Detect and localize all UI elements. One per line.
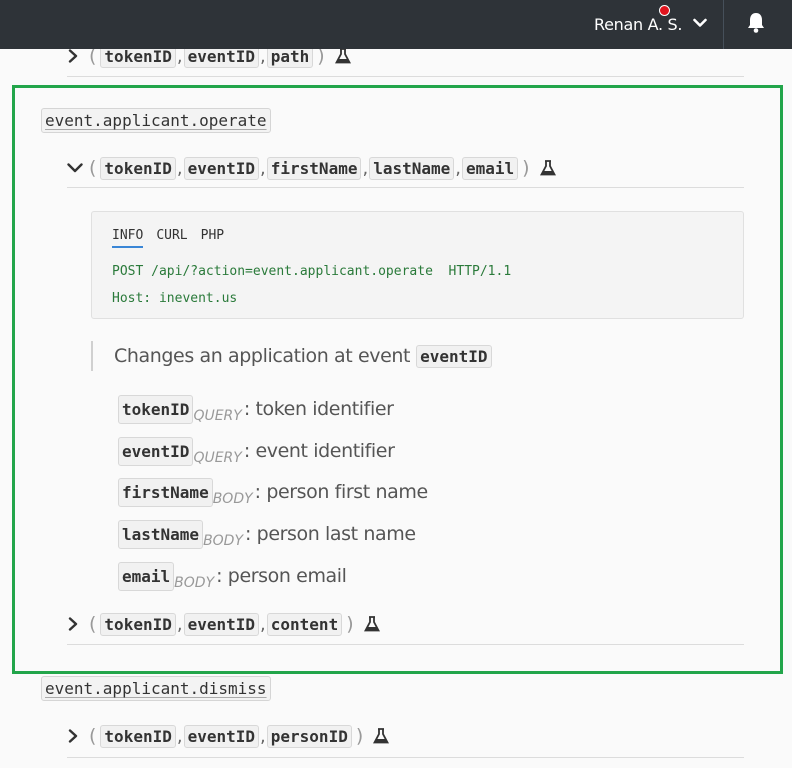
param-type: QUERY bbox=[193, 450, 242, 466]
request-line: POST /api/?action=event.applicant.operat… bbox=[112, 264, 512, 279]
param-name: tokenID bbox=[118, 394, 194, 424]
chevron-right-icon[interactable] bbox=[67, 617, 87, 631]
method-dismiss-link[interactable]: event.applicant.dismiss bbox=[41, 676, 271, 701]
tab-curl[interactable]: CURL bbox=[156, 228, 187, 248]
param-person-id: personID bbox=[266, 724, 352, 748]
flask-icon[interactable] bbox=[373, 728, 390, 744]
param-content: content bbox=[266, 612, 343, 636]
param-type: BODY bbox=[174, 575, 215, 591]
param-desc: : token identifier bbox=[243, 398, 394, 420]
param-desc: : person email bbox=[216, 565, 347, 587]
param-token-id: tokenID bbox=[100, 612, 176, 636]
description-param: eventID bbox=[416, 344, 492, 368]
param-name: firstName bbox=[118, 477, 213, 507]
param-row: email BODY : person email bbox=[118, 560, 347, 592]
chevron-down-icon bbox=[693, 13, 707, 32]
code-example-box: INFO CURL PHP POST /api/?action=event.ap… bbox=[91, 211, 744, 319]
param-event-id: eventID bbox=[183, 612, 260, 636]
param-token-id: tokenID bbox=[100, 724, 176, 748]
param-desc: : person first name bbox=[254, 481, 428, 503]
param-row: firstName BODY : person first name bbox=[118, 476, 428, 508]
param-type: BODY bbox=[212, 491, 253, 507]
topbar-divider bbox=[723, 0, 724, 49]
param-type: QUERY bbox=[193, 408, 242, 424]
flask-icon[interactable] bbox=[363, 616, 380, 632]
param-name: lastName bbox=[118, 519, 204, 549]
top-bar: Renan A. S. bbox=[0, 0, 792, 49]
method-operate-link[interactable]: event.applicant.operate bbox=[41, 108, 271, 133]
param-type: BODY bbox=[203, 533, 244, 549]
signature-row-dismiss: ( tokenID, eventID, personID ) bbox=[67, 721, 390, 751]
notification-dot bbox=[659, 5, 670, 16]
separator bbox=[67, 644, 744, 645]
method-description: Changes an application at event eventID bbox=[91, 341, 492, 371]
param-row: tokenID QUERY : token identifier bbox=[118, 393, 394, 425]
param-row: lastName BODY : person last name bbox=[118, 518, 416, 550]
separator bbox=[67, 187, 744, 188]
chevron-down-icon[interactable] bbox=[67, 162, 87, 174]
param-first-name: firstName bbox=[266, 156, 362, 180]
description-text: Changes an application at event bbox=[114, 345, 411, 367]
param-last-name: lastName bbox=[369, 156, 455, 180]
param-event-id: eventID bbox=[183, 724, 260, 748]
param-desc: : person last name bbox=[245, 523, 416, 545]
param-token-id: tokenID bbox=[100, 156, 176, 180]
param-desc: : event identifier bbox=[243, 440, 395, 462]
param-name: email bbox=[118, 561, 175, 591]
tab-php[interactable]: PHP bbox=[201, 228, 224, 248]
user-menu[interactable]: Renan A. S. bbox=[594, 5, 707, 34]
bell-icon[interactable] bbox=[746, 11, 766, 40]
flask-icon[interactable] bbox=[334, 48, 351, 64]
code-tabs: INFO CURL PHP bbox=[112, 228, 224, 248]
param-row: eventID QUERY : event identifier bbox=[118, 435, 395, 467]
separator bbox=[67, 76, 744, 77]
tab-info[interactable]: INFO bbox=[112, 228, 144, 248]
signature-row-content: ( tokenID, eventID, content ) bbox=[67, 609, 380, 639]
param-name: eventID bbox=[118, 436, 194, 466]
separator bbox=[67, 757, 744, 758]
host-line: Host: inevent.us bbox=[112, 291, 238, 306]
signature-row-operate: ( tokenID, eventID, firstName, lastName,… bbox=[67, 153, 556, 183]
param-event-id: eventID bbox=[183, 156, 260, 180]
param-email: email bbox=[462, 156, 519, 180]
flask-icon[interactable] bbox=[539, 160, 556, 176]
chevron-right-icon[interactable] bbox=[67, 49, 87, 63]
user-name: Renan A. S. bbox=[594, 15, 683, 34]
chevron-right-icon[interactable] bbox=[67, 729, 87, 743]
